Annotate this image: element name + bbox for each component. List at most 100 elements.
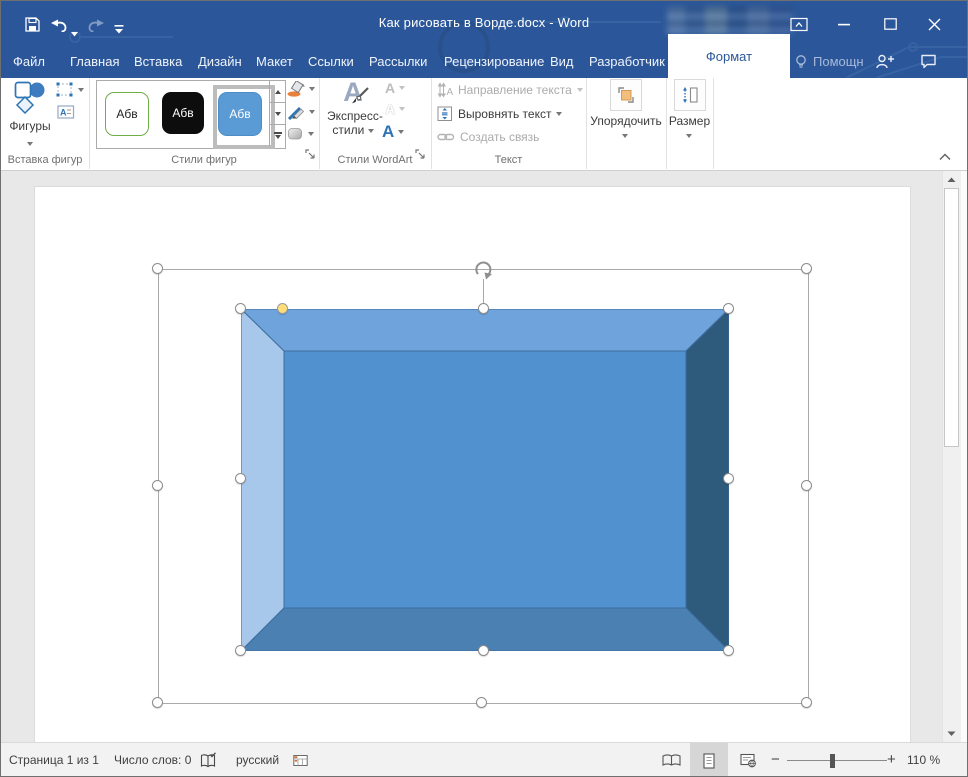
zoom-slider-thumb[interactable] (830, 754, 835, 768)
shape-handle-top-right[interactable] (723, 303, 734, 314)
tab-format-active[interactable]: Формат (668, 34, 790, 78)
shape-handle-bottom-left[interactable] (235, 645, 246, 656)
shape-handle-mid-left[interactable] (235, 473, 246, 484)
rotate-handle-icon[interactable] (472, 258, 496, 287)
group-size: Размер (666, 78, 714, 169)
zoom-level[interactable]: 110 % (907, 743, 940, 777)
language-indicator[interactable]: русский (236, 743, 279, 777)
bevel-inner-face (284, 351, 686, 608)
collapse-ribbon-icon[interactable] (937, 151, 953, 163)
edit-shape-dropdown[interactable] (78, 88, 84, 92)
shape-handle-mid-right[interactable] (723, 473, 734, 484)
tab-layout[interactable]: Макет (256, 45, 293, 78)
zoom-out-icon[interactable]: − (771, 743, 780, 777)
vertical-scrollbar[interactable] (942, 171, 961, 742)
tab-design[interactable]: Дизайн (198, 45, 242, 78)
shape-handle-bottom-right[interactable] (723, 645, 734, 656)
bevel-top-face (241, 309, 729, 351)
shape-effects-button[interactable] (287, 126, 314, 141)
align-text-button[interactable]: Выровнять текст (437, 106, 562, 122)
canvas-handle-bottom-left[interactable] (152, 697, 163, 708)
group-label-wordart: Стили WordArt (319, 154, 431, 166)
shapes-button-label: Фигуры (5, 119, 55, 133)
quick-styles-label-1: Экспресс- (327, 109, 379, 123)
shape-outline-button[interactable] (287, 104, 315, 120)
create-link-label: Создать связь (460, 130, 539, 144)
maximize-icon[interactable] (875, 13, 905, 35)
read-mode-icon[interactable] (653, 743, 689, 777)
tab-references[interactable]: Ссылки (308, 45, 354, 78)
comments-icon[interactable] (920, 54, 938, 74)
create-link-icon (437, 131, 455, 143)
tab-view[interactable]: Вид (550, 45, 574, 78)
scroll-down-icon[interactable] (943, 725, 960, 742)
share-icon[interactable] (875, 53, 895, 75)
group-label-shape-styles: Стили фигур (89, 154, 319, 166)
canvas-handle-bottom-right[interactable] (801, 697, 812, 708)
group-shape-styles: Абв Абв Абв (89, 78, 320, 169)
size-dropdown[interactable] (686, 134, 692, 138)
page-indicator[interactable]: Страница 1 из 1 (9, 743, 99, 777)
canvas-handle-top-right[interactable] (801, 263, 812, 274)
canvas-handle-mid-right[interactable] (801, 480, 812, 491)
group-label-insert-shapes: Вставка фигур (1, 154, 89, 166)
tab-insert[interactable]: Вставка (134, 45, 182, 78)
group-insert-shapes: Фигуры А Вставка фигур (1, 78, 90, 169)
shape-adjust-handle[interactable] (277, 303, 288, 314)
bevel-frame-shape[interactable] (241, 309, 729, 651)
gallery-down-icon[interactable] (270, 103, 285, 125)
gallery-more-icon[interactable] (270, 125, 285, 146)
text-effects-button[interactable]: А (382, 122, 404, 142)
shape-style-option-3-selected[interactable]: Абв (218, 92, 262, 136)
tab-developer[interactable]: Разработчик (589, 45, 665, 78)
tab-file[interactable]: Файл (13, 45, 45, 78)
arrange-dropdown[interactable] (622, 134, 628, 138)
text-outline-button[interactable]: А (385, 101, 405, 117)
macro-record-icon[interactable] (293, 754, 308, 770)
shape-fill-button[interactable] (287, 81, 315, 97)
zoom-in-icon[interactable]: + (887, 743, 896, 777)
close-icon[interactable] (919, 13, 949, 35)
web-layout-icon[interactable] (729, 743, 767, 777)
shape-handle-top-mid[interactable] (478, 303, 489, 314)
tab-home[interactable]: Главная (70, 45, 119, 78)
text-outline-icon: А (385, 101, 395, 117)
window-title: Как рисовать в Ворде.docx - Word (1, 15, 967, 30)
group-arrange: Упорядочить (586, 78, 667, 169)
arrange-button[interactable]: Упорядочить (586, 114, 666, 128)
svg-text:А: А (60, 108, 67, 118)
scroll-up-icon[interactable] (943, 171, 960, 188)
tab-mailings[interactable]: Рассылки (369, 45, 427, 78)
size-icon[interactable] (674, 79, 706, 111)
canvas-handle-bottom-mid[interactable] (476, 697, 487, 708)
shape-style-option-1[interactable]: Абв (105, 92, 149, 136)
proofing-icon[interactable] (200, 752, 217, 772)
print-layout-icon[interactable] (690, 743, 728, 777)
canvas-handle-top-left[interactable] (152, 263, 163, 274)
text-box-icon[interactable]: А (57, 105, 75, 122)
title-bar: Как рисовать в Ворде.docx - Word (1, 1, 967, 45)
text-fill-button[interactable]: А (385, 80, 405, 96)
quick-styles-button[interactable]: А Экспресс- стили (327, 79, 379, 137)
size-button[interactable]: Размер (666, 114, 713, 128)
quick-styles-icon: А (343, 79, 363, 106)
shapes-button[interactable]: Фигуры (5, 79, 55, 143)
scrollbar-thumb[interactable] (944, 188, 959, 447)
text-fill-icon: А (385, 80, 395, 96)
shape-handle-top-left[interactable] (235, 303, 246, 314)
edit-shape-icon[interactable] (56, 82, 75, 101)
gallery-up-icon[interactable] (270, 81, 285, 103)
minimize-icon[interactable] (829, 13, 859, 35)
tell-me-help[interactable]: Помощн (794, 45, 864, 78)
canvas-handle-mid-left[interactable] (152, 480, 163, 491)
quick-styles-label-2: стили (327, 123, 379, 137)
arrange-icon[interactable] (610, 79, 642, 111)
ribbon-display-options-icon[interactable] (784, 13, 814, 35)
shape-style-option-2[interactable]: Абв (162, 92, 204, 134)
zoom-slider-track[interactable] (787, 760, 887, 761)
shape-handle-bottom-mid[interactable] (478, 645, 489, 656)
tab-review[interactable]: Рецензирование (444, 45, 544, 78)
word-count[interactable]: Число слов: 0 (114, 743, 191, 777)
gallery-scroll (269, 81, 285, 146)
ribbon: Фигуры А Вставка фигур Абв Абв Абв (1, 78, 967, 171)
